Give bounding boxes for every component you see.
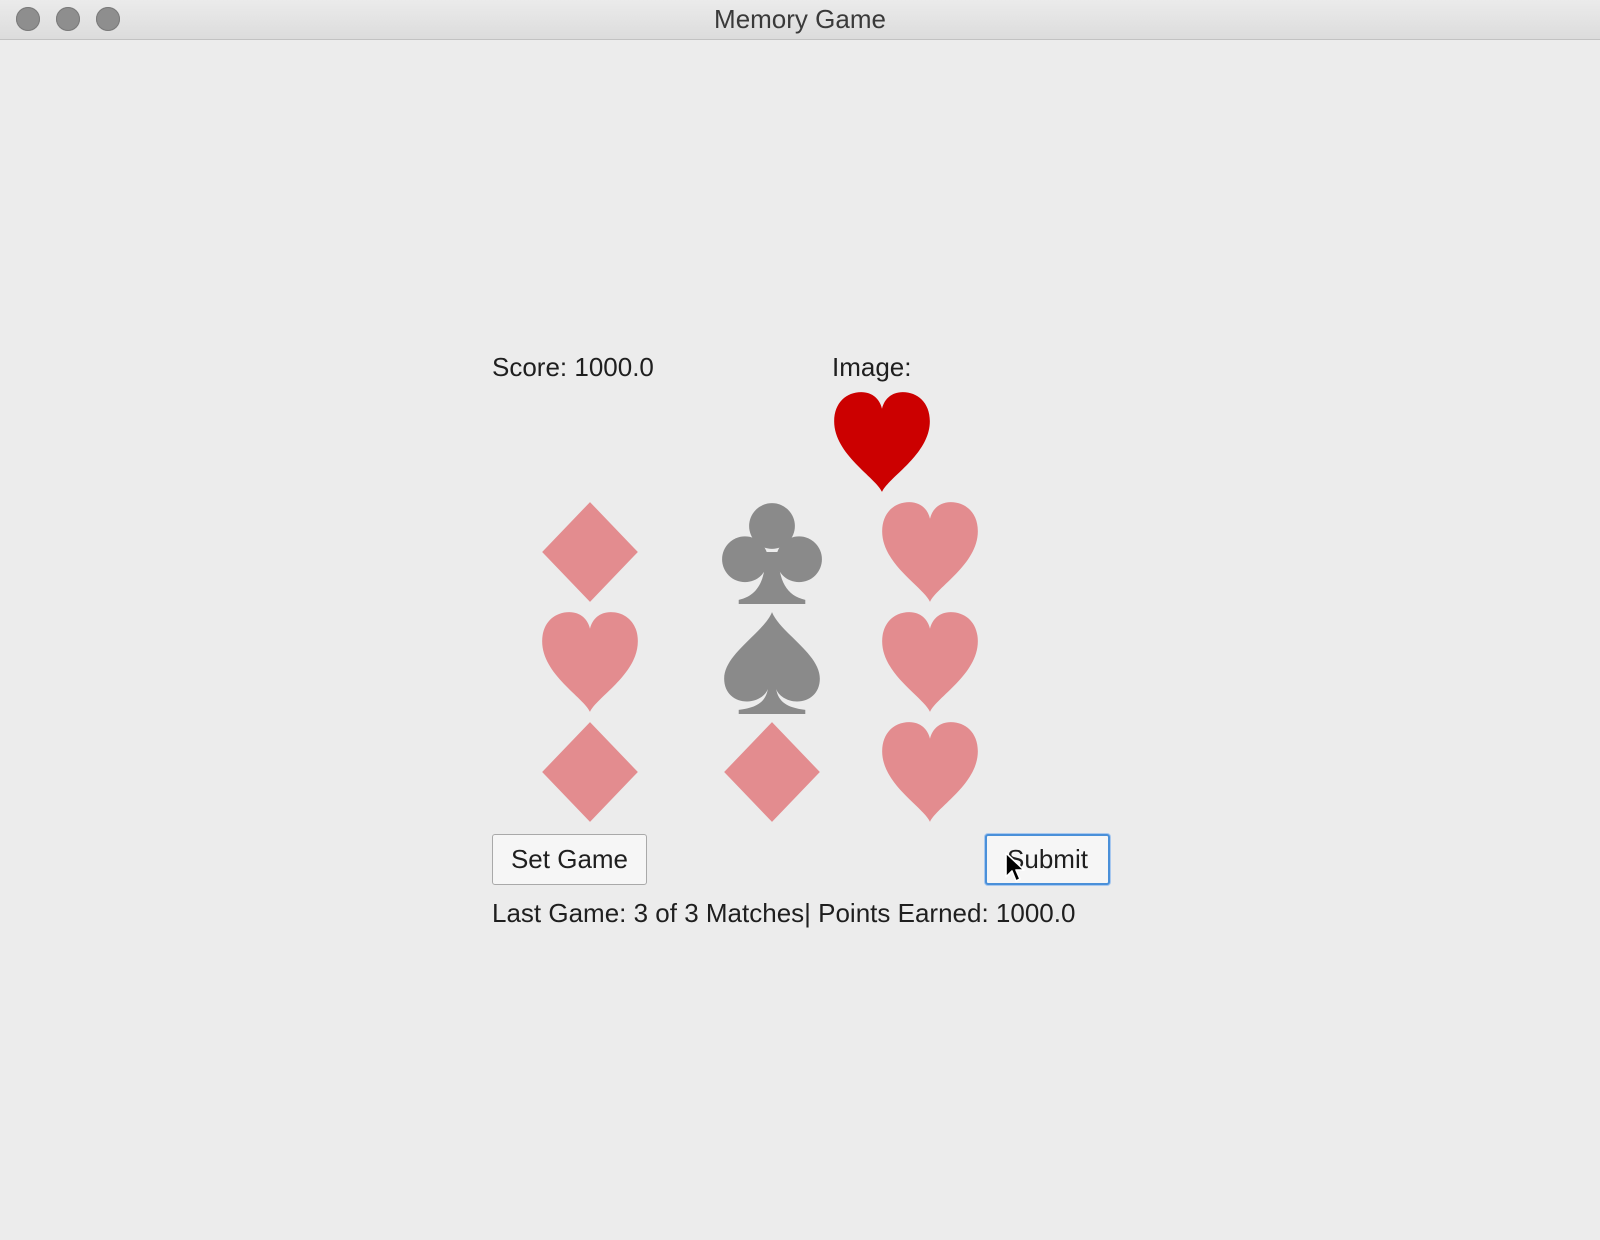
card-2[interactable] bbox=[712, 500, 832, 604]
target-heart-icon bbox=[822, 390, 942, 494]
heart-icon bbox=[882, 722, 978, 822]
app-window: Memory Game Score: 1000.0 Image: Set Gam… bbox=[0, 0, 1600, 1240]
card-7[interactable] bbox=[530, 720, 650, 824]
diamond-icon bbox=[542, 722, 638, 822]
card-4[interactable] bbox=[530, 610, 650, 714]
set-game-button[interactable]: Set Game bbox=[492, 834, 647, 885]
card-3[interactable] bbox=[870, 500, 990, 604]
card-9[interactable] bbox=[870, 720, 990, 824]
heart-icon bbox=[882, 502, 978, 602]
image-label: Image: bbox=[832, 352, 912, 382]
window-title: Memory Game bbox=[714, 4, 886, 34]
last-game-status: Last Game: 3 of 3 Matches| Points Earned… bbox=[492, 898, 1076, 928]
card-1[interactable] bbox=[530, 500, 650, 604]
title-bar: Memory Game bbox=[0, 0, 1600, 40]
diamond-icon bbox=[724, 722, 820, 822]
club-icon bbox=[722, 503, 822, 604]
score-label: Score: 1000.0 bbox=[492, 352, 654, 382]
heart-icon bbox=[834, 392, 930, 492]
card-6[interactable] bbox=[870, 610, 990, 714]
diamond-icon bbox=[542, 502, 638, 602]
card-8[interactable] bbox=[712, 720, 832, 824]
heart-icon bbox=[542, 612, 638, 712]
heart-icon bbox=[882, 612, 978, 712]
card-5[interactable] bbox=[712, 610, 832, 714]
submit-button[interactable]: Submit bbox=[985, 834, 1110, 885]
mouse-cursor-icon bbox=[1005, 852, 1025, 882]
spade-icon bbox=[724, 612, 820, 714]
